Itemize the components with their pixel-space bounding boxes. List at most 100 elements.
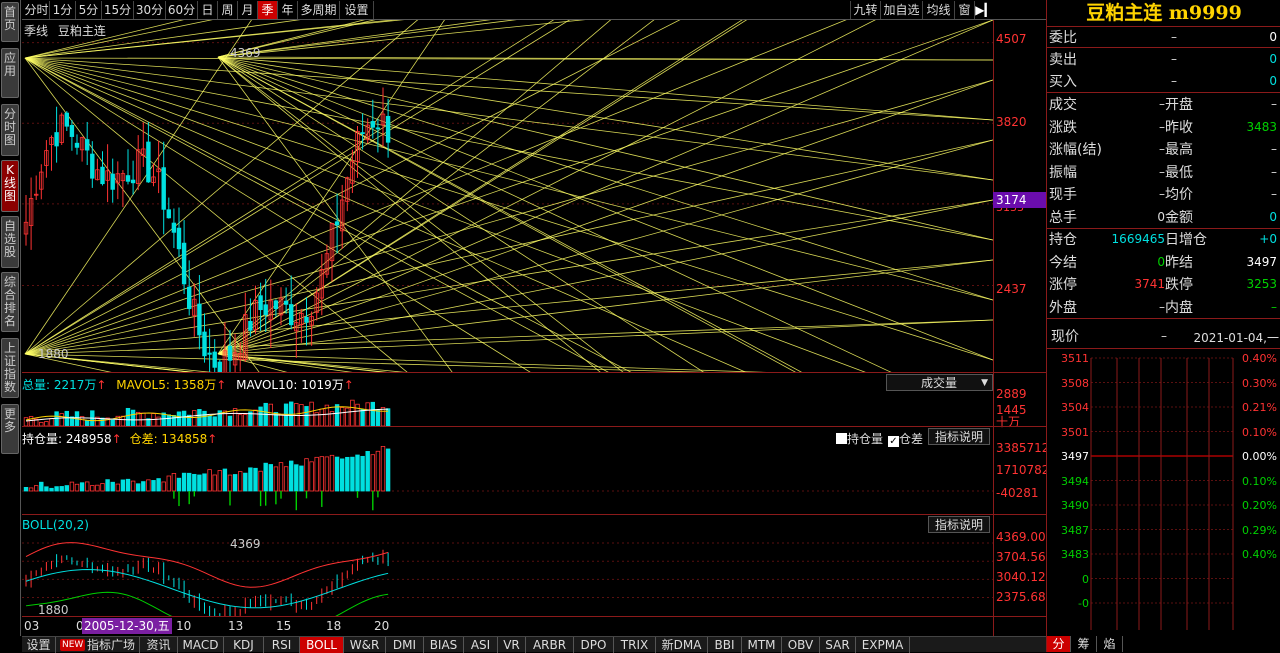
indicator-dropdown[interactable]: 成交量 ▼ [886, 374, 993, 391]
oi-bar [95, 484, 100, 492]
boll-axis-0: 4369.00 [996, 530, 1046, 544]
oi-bar [69, 481, 75, 492]
tab-dmi[interactable]: DMI [386, 637, 424, 653]
sidebar-item-watchlist[interactable]: 自选股 [1, 216, 19, 268]
tab-arbr[interactable]: ARBR [526, 637, 574, 653]
period-tab-settings[interactable]: 设置 [340, 1, 374, 19]
tab-asi[interactable]: ASI [464, 637, 498, 653]
tab-macd[interactable]: MACD [178, 637, 224, 653]
period-tab-multi[interactable]: 多周期 [298, 1, 340, 19]
diff-checkbox[interactable]: ✓仓差 [888, 430, 923, 447]
total-volume: 总量: 2217万 [22, 378, 97, 392]
tab-timeshare-mini[interactable]: 分 [1047, 636, 1071, 652]
tab-chips[interactable]: 筹 [1071, 636, 1097, 652]
candle-body [64, 112, 69, 127]
boll-chart[interactable] [22, 534, 993, 616]
gann-line [24, 353, 194, 372]
open-interest-chart[interactable] [22, 446, 993, 514]
indicator-tab-bar: 设置 NEW 指标广场 资讯 MACD KDJ RSI BOLL W&R DMI… [22, 636, 1046, 653]
period-tab-5min[interactable]: 5分 [76, 1, 102, 19]
period-tab-day[interactable]: 日 [198, 1, 218, 19]
oi-bar [360, 455, 365, 492]
mavol5: MAVOL5: 1358万 [116, 378, 217, 392]
sidebar-item-ranking[interactable]: 综合排名 [1, 272, 19, 332]
tab-rsi[interactable]: RSI [264, 637, 300, 653]
tab-flame[interactable]: 焰 [1097, 636, 1123, 652]
quote-label: 现手 [1049, 187, 1077, 203]
gann-line [217, 199, 993, 355]
ma-button[interactable]: 均线 [922, 1, 954, 19]
quote-value: – [1159, 164, 1165, 179]
volume-bar [350, 399, 355, 426]
period-tab-1min[interactable]: 1分 [50, 1, 76, 19]
oi-bar [79, 482, 85, 492]
quote-value: – [1159, 97, 1165, 111]
volume-bar [212, 416, 217, 426]
gann-line [217, 20, 491, 58]
tab-boll[interactable]: BOLL [300, 637, 344, 653]
tab-news[interactable]: 资讯 [140, 637, 178, 653]
tab-newdma[interactable]: 新DMA [656, 637, 708, 653]
sidebar-item-kline[interactable]: K线图 [1, 160, 19, 212]
tab-trix[interactable]: TRIX [614, 637, 656, 653]
oi-bar [181, 472, 187, 492]
period-tab-quarter[interactable]: 季 [258, 1, 278, 19]
gann-line [217, 56, 993, 181]
tab-expma[interactable]: EXPMA [856, 637, 910, 653]
sidebar-item-more[interactable]: 更多 [1, 404, 19, 454]
mini-price-label: 3511 [1061, 352, 1089, 365]
candle-body [248, 320, 253, 331]
sidebar-item-timeshare[interactable]: 分时图 [1, 104, 19, 156]
tab-dpo[interactable]: DPO [574, 637, 614, 653]
tab-settings[interactable]: 设置 [22, 637, 56, 653]
sidebar-item-apps[interactable]: 应用 [1, 48, 19, 98]
volume-bar [120, 415, 126, 426]
period-tab-month[interactable]: 月 [238, 1, 258, 19]
period-tab-year[interactable]: 年 [278, 1, 298, 19]
sidebar-item-shanghai-index[interactable]: 上证指数 [1, 338, 19, 398]
oi-checkbox[interactable]: 持仓量 [836, 430, 883, 447]
period-tab-60min[interactable]: 60分 [166, 1, 198, 19]
mini-pct-label: 0.21% [1242, 401, 1277, 414]
boll-explain-button[interactable]: 指标说明 [928, 516, 990, 533]
candle-body [197, 303, 202, 336]
oi-bar [268, 464, 273, 492]
mini-timeshare-chart[interactable] [1047, 350, 1280, 636]
x-label-5: 18 [326, 619, 342, 633]
oi-bar [385, 448, 391, 492]
tab-mtm[interactable]: MTM [742, 637, 782, 653]
x-label-3: 13 [228, 619, 244, 633]
collapse-panel-icon[interactable]: ▶▎ [974, 1, 994, 19]
period-tab-30min[interactable]: 30分 [134, 1, 166, 19]
oi-bar [263, 462, 268, 492]
volume-chart[interactable] [22, 392, 993, 426]
gann-line [217, 319, 993, 355]
tab-obv[interactable]: OBV [782, 637, 820, 653]
tab-bbi[interactable]: BBI [708, 637, 742, 653]
window-button[interactable]: 窗 [954, 1, 974, 19]
candlestick-chart[interactable] [22, 20, 993, 372]
tab-vr[interactable]: VR [498, 637, 526, 653]
oi-explain-button[interactable]: 指标说明 [928, 428, 990, 445]
oi-bar [171, 473, 177, 492]
oi-bar [248, 467, 253, 492]
tab-wr[interactable]: W&R [344, 637, 386, 653]
order-ratio-mid: – [1171, 30, 1177, 44]
add-watchlist-button[interactable]: 加自选 [880, 1, 922, 19]
period-tab-15min[interactable]: 15分 [102, 1, 134, 19]
tab-bias[interactable]: BIAS [424, 637, 464, 653]
candle-body [146, 141, 151, 183]
period-tab-timeshare[interactable]: 分时 [24, 1, 50, 19]
tab-indicator-plaza[interactable]: NEW 指标广场 [56, 637, 140, 653]
boll-legend: BOLL(20,2) [22, 518, 89, 532]
sidebar-item-home[interactable]: 首页 [1, 2, 19, 42]
divider [22, 372, 1046, 373]
candle-body [360, 132, 365, 135]
oi-bar [115, 483, 120, 492]
volume-bar [64, 410, 69, 426]
nine-turn-button[interactable]: 九转 [850, 1, 880, 19]
tab-sar[interactable]: SAR [820, 637, 856, 653]
candle-body [74, 142, 80, 148]
tab-kdj[interactable]: KDJ [224, 637, 264, 653]
period-tab-week[interactable]: 周 [218, 1, 238, 19]
